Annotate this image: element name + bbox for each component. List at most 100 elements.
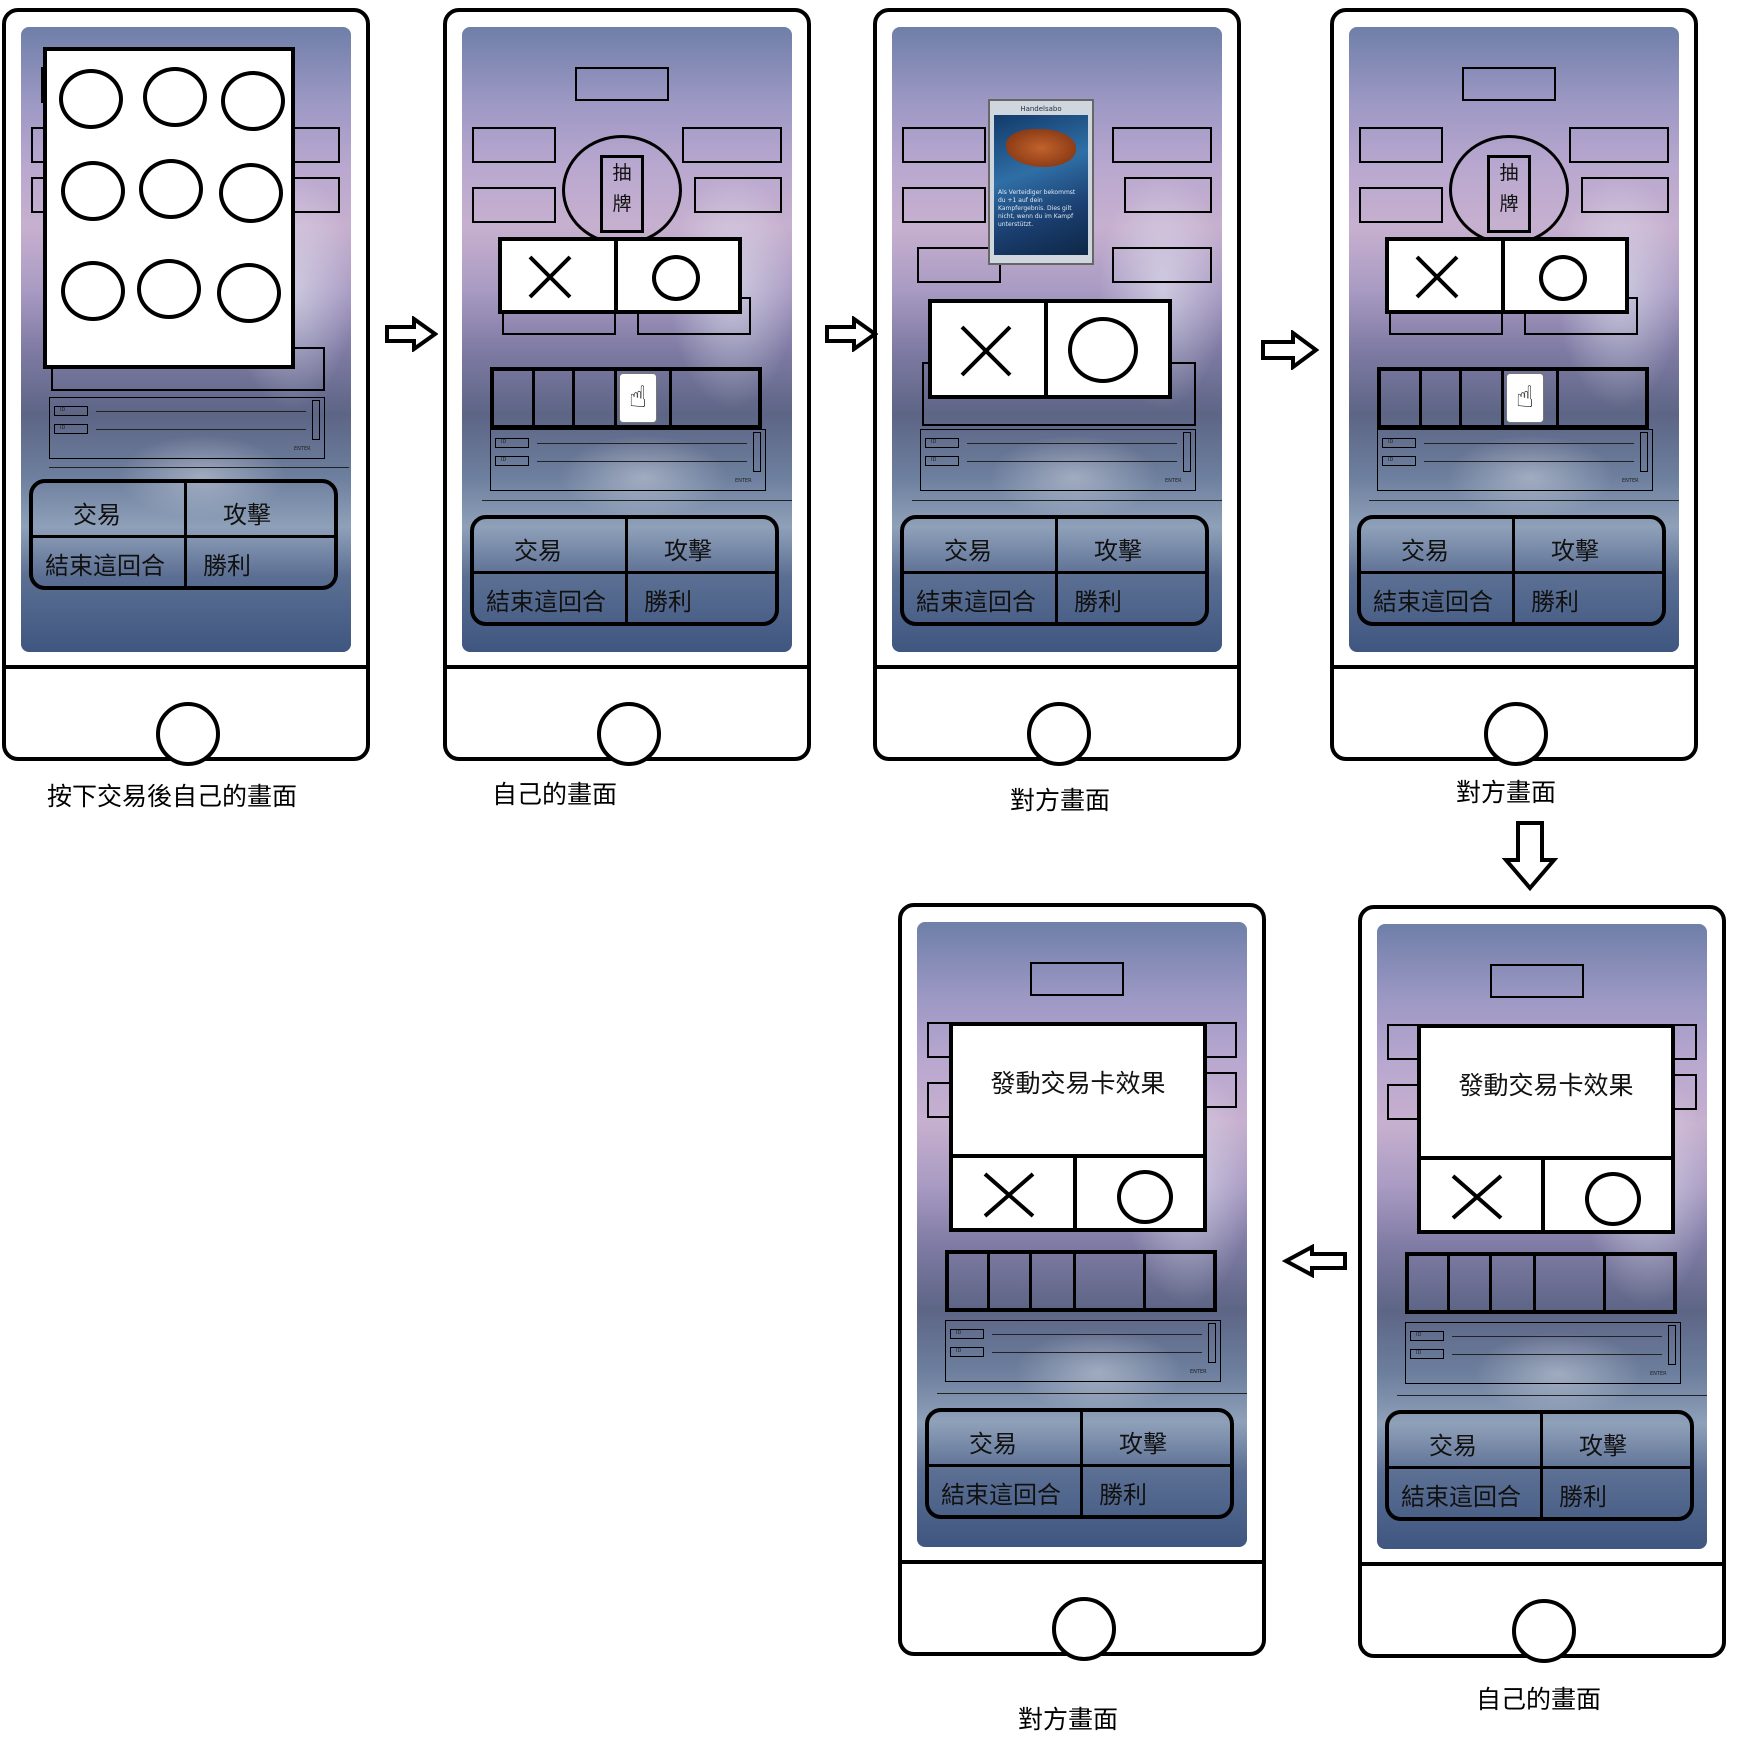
phone-screen-5: 發動交易卡效果 ID ID ENTER 交易 攻擊 結束這回合 勝利 [1358,905,1726,1663]
hand-pointer-icon: ☝ [1506,373,1544,423]
win-button[interactable]: 勝利 [644,582,692,617]
confirm-dialog [498,237,742,314]
circle-icon[interactable] [652,255,700,301]
enter-label: ENTER [1650,1371,1667,1377]
chat-input-panel[interactable]: ID ID ENTER [1377,429,1653,491]
win-button[interactable]: 勝利 [1559,1477,1607,1512]
scrollbar [1640,432,1648,472]
chat-input-panel[interactable]: ID ID ENTER [920,429,1196,491]
hand-card-row [945,1250,1217,1312]
input-line [537,443,747,444]
chat-input-panel[interactable]: ID ID ENTER [490,429,766,491]
attack-button[interactable]: 攻擊 [1119,1424,1167,1459]
home-button-icon[interactable] [597,702,661,766]
id-label: ID [501,439,507,445]
chat-input-panel[interactable]: ID ID ENTER [945,1320,1221,1382]
win-button[interactable]: 勝利 [1074,582,1122,617]
caption-screen-1: 按下交易後自己的畫面 [47,782,298,811]
id-label: ID [956,1330,962,1336]
id-label: ID [1416,1350,1422,1356]
win-button[interactable]: 勝利 [203,546,251,581]
arrow-left-icon [1282,1244,1347,1278]
attack-button[interactable]: 攻擊 [664,531,712,566]
end-turn-button[interactable]: 結束這回合 [45,546,165,581]
input-line [537,461,747,462]
trade-button[interactable]: 交易 [1429,1426,1477,1461]
chat-input-panel[interactable]: ID ID ENTER [49,397,325,459]
card-slot-circle[interactable] [217,263,281,323]
input-line [1452,1336,1662,1337]
id-label: ID [501,457,507,463]
id-label: ID [1388,439,1394,445]
caption-screen-2: 自己的畫面 [492,780,618,809]
id-label: ID [60,425,66,431]
phone-screen-2: 抽牌 ☝ ID ID ENTER 交易 攻擊 結束這回合 勝利 [443,8,811,766]
input-line [1424,443,1634,444]
card-slot-circle[interactable] [61,261,125,321]
phone-screen-4: 抽牌 ☝ ID ID ENTER 交易 攻擊 結束這回合 勝利 [1330,8,1698,766]
action-menu: 交易 攻擊 結束這回合 勝利 [470,515,779,626]
input-line [96,411,306,412]
card-slot-circle[interactable] [139,159,203,219]
win-button[interactable]: 勝利 [1099,1475,1147,1510]
draw-card-button[interactable]: 抽牌 [1487,155,1531,233]
arrow-right-icon [385,316,438,352]
id-label: ID [931,439,937,445]
attack-button[interactable]: 攻擊 [223,495,271,530]
trade-button[interactable]: 交易 [73,495,121,530]
end-turn-button[interactable]: 結束這回合 [916,582,1036,617]
card-slot-circle[interactable] [219,163,283,223]
attack-button[interactable]: 攻擊 [1094,531,1142,566]
dialog-title: 發動交易卡效果 [1458,1071,1634,1100]
trade-button[interactable]: 交易 [969,1424,1017,1459]
id-label: ID [1388,457,1394,463]
x-icon[interactable] [526,253,574,301]
circle-icon[interactable] [1068,317,1138,383]
home-button-icon[interactable] [1484,702,1548,766]
circle-icon[interactable] [1117,1170,1173,1224]
trade-effect-dialog: 發動交易卡效果 [1417,1024,1675,1234]
trade-button[interactable]: 交易 [1401,531,1449,566]
x-icon[interactable] [958,323,1014,379]
home-button-icon[interactable] [1512,1599,1576,1663]
enter-label: ENTER [294,446,311,452]
attack-button[interactable]: 攻擊 [1579,1426,1627,1461]
home-button-icon[interactable] [156,702,220,766]
hand-card-row [1405,1252,1677,1314]
confirm-dialog [928,299,1172,399]
win-button[interactable]: 勝利 [1531,582,1579,617]
action-menu: 交易 攻擊 結束這回合 勝利 [925,1408,1234,1519]
circle-icon[interactable] [1585,1172,1641,1226]
end-turn-button[interactable]: 結束這回合 [941,1475,1061,1510]
game-screen: ID ID ENTER 交易 攻擊 結束這回合 勝利 [21,27,351,652]
input-line [96,429,306,430]
trade-button[interactable]: 交易 [944,531,992,566]
scrollbar [312,400,320,440]
confirm-dialog [1385,237,1629,314]
action-menu: 交易 攻擊 結束這回合 勝利 [1357,515,1666,626]
phone-screen-3: Handelsabo Als Verteidiger bekommst du +… [873,8,1241,766]
card-slot-circle[interactable] [59,69,123,129]
trade-button[interactable]: 交易 [514,531,562,566]
draw-card-button[interactable]: 抽牌 [600,155,644,233]
enter-label: ENTER [1165,478,1182,484]
circle-icon[interactable] [1539,255,1587,301]
attack-button[interactable]: 攻擊 [1551,531,1599,566]
card-slot-circle[interactable] [143,67,207,127]
home-button-icon[interactable] [1052,1597,1116,1661]
home-button-icon[interactable] [1027,702,1091,766]
card-slot-circle[interactable] [61,161,125,221]
game-screen: 抽牌 ☝ ID ID ENTER 交易 攻擊 結束這回合 勝利 [462,27,792,652]
x-icon[interactable] [1413,253,1461,301]
end-turn-button[interactable]: 結束這回合 [1373,582,1493,617]
card-slot-circle[interactable] [221,71,285,131]
chat-input-panel[interactable]: ID ID ENTER [1405,1322,1681,1384]
card-slot-circle[interactable] [137,259,201,319]
x-icon[interactable] [981,1170,1037,1220]
arrow-right-icon [825,316,878,352]
arrow-right-icon [1261,330,1320,370]
x-icon[interactable] [1449,1172,1505,1222]
end-turn-button[interactable]: 結束這回合 [486,582,606,617]
game-screen: 抽牌 ☝ ID ID ENTER 交易 攻擊 結束這回合 勝利 [1349,27,1679,652]
end-turn-button[interactable]: 結束這回合 [1401,1477,1521,1512]
